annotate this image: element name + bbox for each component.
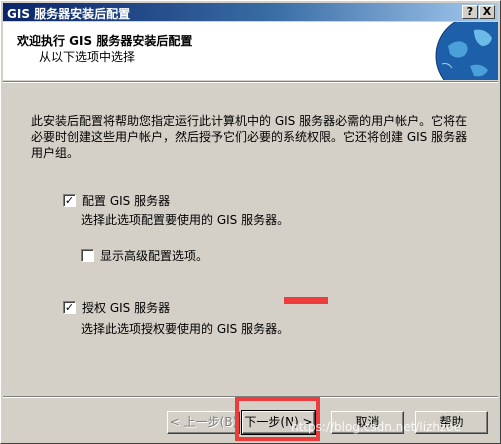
authorize-checkbox[interactable]: ✓ (63, 301, 76, 314)
header-title: 欢迎执行 GIS 服务器安装后配置 (17, 34, 193, 48)
red-annotation-mark (284, 297, 328, 304)
authorize-label: 授权 GIS 服务器 (82, 301, 171, 315)
description-text: 此安装后配置将帮助您指定运行此计算机中的 GIS 服务器必需的用户帐户。它将在必… (31, 114, 468, 160)
close-button[interactable]: X (479, 5, 495, 19)
configure-checkbox[interactable]: ✓ (63, 194, 76, 207)
advanced-label: 显示高级配置选项。 (100, 249, 209, 263)
authorize-option[interactable]: ✓ 授权 GIS 服务器 (63, 299, 170, 316)
header-subtitle: 从以下选项中选择 (39, 50, 136, 64)
watermark-text: https://blog.csdn.net/lizhzoe (291, 420, 461, 434)
advanced-checkbox[interactable] (81, 249, 94, 262)
globe-icon (435, 22, 498, 80)
installer-dialog: GIS 服务器安装后配置 ? X 欢迎执行 GIS 服务器安装后配置 从以下选项… (0, 0, 501, 444)
back-button[interactable]: < 上一步(B) (167, 411, 240, 434)
help-title-button[interactable]: ? (462, 5, 478, 19)
authorize-note: 选择此选项授权要使用的 GIS 服务器。 (81, 322, 290, 336)
window-title: GIS 服务器安装后配置 (7, 7, 131, 21)
title-bar[interactable]: GIS 服务器安装后配置 ? X (3, 3, 498, 21)
red-highlight-box (235, 397, 320, 441)
configure-label: 配置 GIS 服务器 (82, 194, 171, 208)
wizard-header: 欢迎执行 GIS 服务器安装后配置 从以下选项中选择 (3, 22, 498, 80)
advanced-option[interactable]: 显示高级配置选项。 (81, 247, 208, 264)
configure-option[interactable]: ✓ 配置 GIS 服务器 (63, 192, 170, 209)
header-divider (3, 81, 498, 83)
configure-note: 选择此选项配置要使用的 GIS 服务器。 (81, 213, 290, 227)
